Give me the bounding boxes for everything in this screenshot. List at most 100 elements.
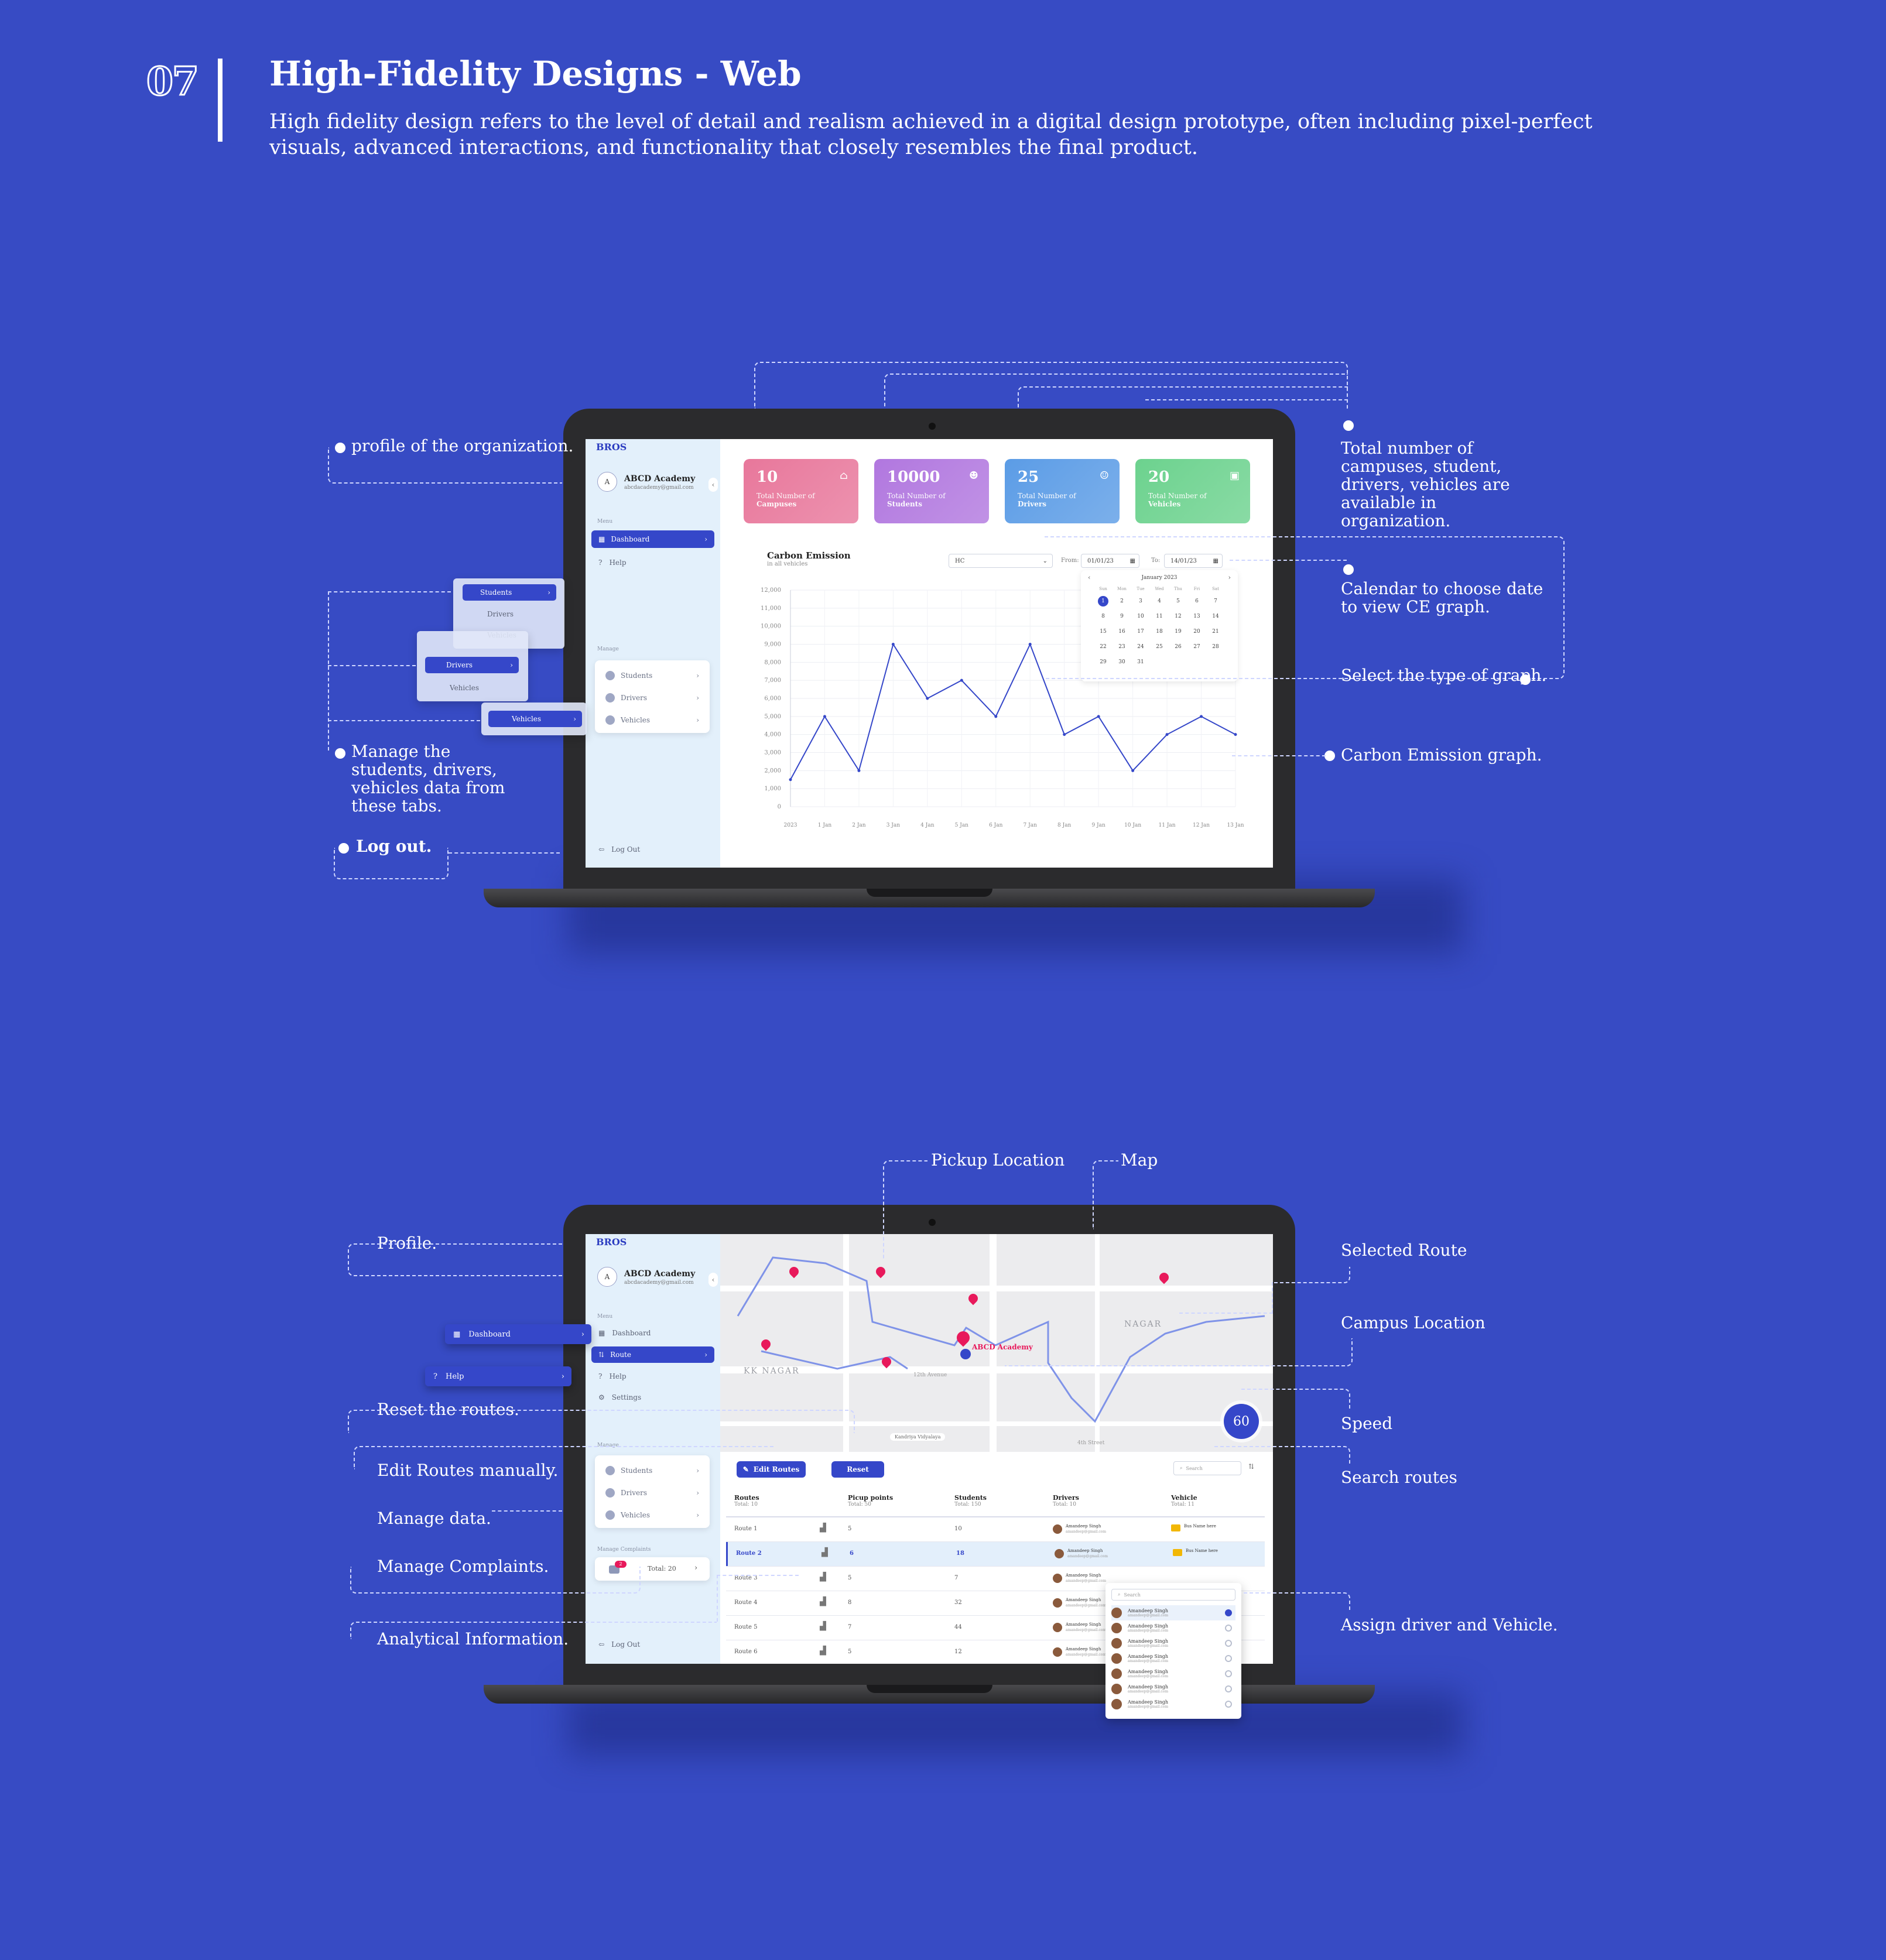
analytics-icon[interactable]: ▟ bbox=[820, 1646, 826, 1656]
driver-avatar bbox=[1053, 1647, 1062, 1657]
col-vehicle[interactable]: Vehicle Total: 11 bbox=[1171, 1494, 1197, 1507]
y-tick-label: 5,000 bbox=[764, 714, 781, 720]
x-tick-label: 4 Jan bbox=[920, 823, 935, 828]
col-drivers[interactable]: Drivers Total: 10 bbox=[1053, 1494, 1079, 1507]
col-students[interactable]: Students Total: 150 bbox=[954, 1494, 987, 1507]
data-point bbox=[960, 679, 963, 682]
x-tick-label: 12 Jan bbox=[1193, 823, 1210, 828]
nav-dashboard[interactable]: ▦ Dashboard bbox=[598, 1329, 651, 1337]
vehicles-tab[interactable]: Vehicles bbox=[450, 684, 479, 692]
laptop-notch bbox=[867, 1685, 992, 1693]
analytics-icon[interactable]: ▟ bbox=[822, 1548, 828, 1557]
x-tick-label: 2023 bbox=[784, 823, 797, 828]
bus-icon bbox=[605, 1510, 615, 1520]
driver-option[interactable]: Amandeep Singh amandeep@gmail.com bbox=[1111, 1605, 1235, 1620]
drivers-icon bbox=[605, 693, 615, 703]
connector bbox=[348, 1410, 855, 1433]
logout-button[interactable]: ⇦ Log Out bbox=[598, 845, 640, 854]
analytics-icon[interactable]: ▟ bbox=[820, 1523, 826, 1533]
data-point bbox=[1165, 733, 1169, 736]
driver-avatar bbox=[1053, 1623, 1062, 1632]
driver-option[interactable]: Amandeep Singh amandeep@gmail.com bbox=[1111, 1697, 1235, 1712]
driver-option[interactable]: Amandeep Singh amandeep@gmail.com bbox=[1111, 1636, 1235, 1651]
manage-vehicles[interactable]: Vehicles › bbox=[605, 1510, 699, 1520]
stat-card-drivers[interactable]: 25 Total Number of Drivers ☺ bbox=[1005, 459, 1120, 523]
analytics-icon[interactable]: ▟ bbox=[820, 1597, 826, 1606]
note-map: Map bbox=[1121, 1150, 1158, 1170]
collapse-chevron-icon[interactable]: ‹ bbox=[708, 1273, 718, 1287]
connector bbox=[334, 848, 449, 879]
org-avatar[interactable]: A bbox=[597, 472, 617, 492]
driver-option[interactable]: Amandeep Singh amandeep@gmail.com bbox=[1111, 1666, 1235, 1681]
note-manage-data: Manage data. bbox=[377, 1509, 491, 1528]
assign-search-input[interactable]: ⌕ Search bbox=[1111, 1589, 1235, 1601]
search-icon: ⌕ bbox=[1118, 1592, 1121, 1597]
table-row[interactable]: Route 2 ▟ 6 18 Amandeep Singh amandeep@gmail.… bbox=[726, 1542, 1265, 1567]
manage-drivers[interactable]: Drivers › bbox=[605, 1488, 699, 1498]
connector bbox=[1214, 1446, 1350, 1465]
help-tab-preview[interactable]: ? Help › bbox=[425, 1366, 571, 1386]
chevron-right-icon: › bbox=[704, 535, 707, 543]
connector bbox=[328, 720, 480, 721]
analytics-icon[interactable]: ▟ bbox=[820, 1622, 826, 1631]
gear-icon: ⚙ bbox=[598, 1393, 605, 1402]
connector bbox=[883, 1160, 927, 1260]
driver-option[interactable]: Amandeep Singh amandeep@gmail.com bbox=[1111, 1651, 1235, 1666]
help-icon: ? bbox=[598, 558, 603, 567]
collapse-chevron-icon[interactable]: ‹ bbox=[708, 478, 718, 492]
radio-icon bbox=[1225, 1655, 1232, 1662]
col-routes[interactable]: Routes Total: 10 bbox=[734, 1494, 759, 1507]
vehicle-marker-icon[interactable] bbox=[960, 1349, 971, 1359]
driver-avatar bbox=[1111, 1608, 1122, 1618]
connector bbox=[328, 665, 416, 666]
data-point bbox=[1200, 715, 1203, 718]
y-tick-label: 10,000 bbox=[761, 623, 781, 630]
dashboard-tab-preview[interactable]: ▦ Dashboard › bbox=[445, 1324, 591, 1344]
grid-icon: ▦ bbox=[598, 1329, 605, 1337]
graph-type-select[interactable]: HC ⌄ bbox=[949, 554, 1053, 568]
data-point bbox=[1097, 715, 1100, 718]
logout-button[interactable]: ⇦ Log Out bbox=[598, 1640, 640, 1649]
analytics-icon[interactable]: ▟ bbox=[820, 1572, 826, 1582]
connector bbox=[1145, 399, 1348, 400]
stat-card-students[interactable]: 10000 Total Number of Students ☻ bbox=[874, 459, 989, 523]
vehicles-tab-selected[interactable]: Vehicles › bbox=[488, 711, 582, 727]
connector bbox=[350, 1622, 717, 1639]
connector bbox=[328, 591, 451, 751]
stat-card-campuses[interactable]: 10 Total Number of Campuses ⌂ bbox=[744, 459, 858, 523]
manage-students[interactable]: Students › bbox=[605, 671, 699, 680]
connector bbox=[348, 1243, 562, 1276]
menu-label: Menu bbox=[597, 519, 613, 525]
chevron-right-icon: › bbox=[510, 661, 513, 669]
reset-button[interactable]: Reset bbox=[831, 1461, 884, 1478]
stat-card-vehicles[interactable]: 20 Total Number of Vehicles ▣ bbox=[1135, 459, 1250, 523]
brand-logo: BROS bbox=[596, 1236, 627, 1248]
y-tick-label: 9,000 bbox=[764, 642, 781, 648]
data-point bbox=[823, 715, 826, 718]
driver-avatar bbox=[1111, 1638, 1122, 1649]
driver-option[interactable]: Amandeep Singh amandeep@gmail.com bbox=[1111, 1620, 1235, 1636]
students-tab-selected[interactable]: Students › bbox=[463, 584, 556, 601]
students-icon bbox=[605, 671, 615, 680]
drivers-tab[interactable]: Drivers bbox=[487, 610, 514, 618]
area-label: NAGAR bbox=[1124, 1320, 1162, 1329]
manage-drivers[interactable]: Drivers › bbox=[605, 693, 699, 703]
nav-route[interactable]: ⇅ Route › bbox=[591, 1346, 714, 1363]
note-search: Search routes bbox=[1341, 1468, 1457, 1487]
manage-vehicles[interactable]: Vehicles › bbox=[605, 715, 699, 725]
nav-dashboard[interactable]: ▦ Dashboard › bbox=[591, 530, 714, 548]
nav-settings[interactable]: ⚙ Settings bbox=[598, 1393, 641, 1402]
org-avatar[interactable]: A bbox=[597, 1267, 617, 1287]
nav-help[interactable]: ? Help bbox=[598, 558, 627, 567]
building-icon: ⌂ bbox=[840, 470, 848, 482]
y-tick-label: 8,000 bbox=[764, 659, 781, 666]
x-tick-label: 7 Jan bbox=[1024, 823, 1038, 828]
connector bbox=[1179, 1282, 1273, 1314]
grid-icon: ▦ bbox=[598, 535, 605, 543]
table-row[interactable]: Route 1 ▟ 5 10 Amandeep Singh amandeep@gmail.… bbox=[726, 1517, 1265, 1542]
note-speed: Speed bbox=[1341, 1414, 1393, 1433]
col-pickup[interactable]: Picup points Total: 50 bbox=[848, 1494, 893, 1507]
driver-option[interactable]: Amandeep Singh amandeep@gmail.com bbox=[1111, 1681, 1235, 1697]
connector bbox=[1241, 1389, 1350, 1410]
nav-help[interactable]: ? Help bbox=[598, 1372, 627, 1380]
